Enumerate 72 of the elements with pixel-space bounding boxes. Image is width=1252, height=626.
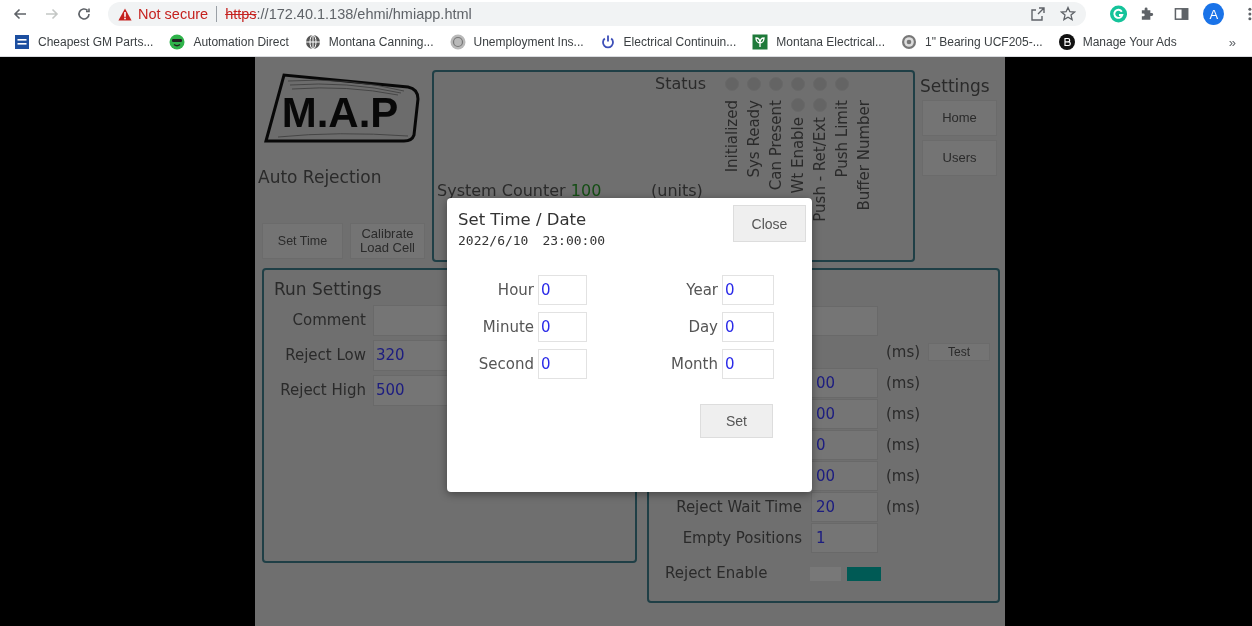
share-icon[interactable] [1030, 6, 1047, 22]
status-label: Initialized [722, 100, 742, 173]
panel-title: Run Settings [274, 278, 382, 300]
star-icon[interactable] [1060, 6, 1077, 22]
puzzle-icon[interactable] [1139, 6, 1155, 22]
profile-avatar[interactable]: A [1203, 3, 1225, 25]
input-field[interactable] [811, 305, 878, 336]
input-field[interactable]: 0 [722, 312, 774, 342]
status-label: Push Limit [832, 100, 852, 178]
warning-icon [118, 7, 132, 21]
status-label: Can Present [766, 100, 786, 191]
system-counter: System Counter 100 [437, 181, 602, 200]
toggle-switch[interactable] [810, 566, 881, 581]
field-label: Empty Positions [681, 527, 803, 549]
bookmark-item[interactable]: 1" Bearing UCF205-... [901, 34, 1043, 50]
reload-icon[interactable] [76, 6, 92, 22]
back-icon[interactable] [12, 6, 28, 22]
field-label: Hour [496, 280, 534, 301]
leaf-icon [752, 34, 769, 50]
field-label: Reject High [279, 380, 366, 401]
unit-label: (ms) [886, 497, 920, 516]
globe-icon [304, 34, 321, 50]
bookmark-item[interactable]: Manage Your Ads [1058, 34, 1177, 50]
input-field[interactable]: 0 [538, 312, 587, 342]
side-panel-icon[interactable] [1174, 6, 1190, 22]
field-label: Month [670, 354, 718, 375]
seal-icon [449, 34, 466, 50]
field-label: Reject Low [284, 345, 366, 366]
input-field[interactable]: 0 [538, 275, 587, 305]
bookmark-item[interactable]: Unemployment Ins... [449, 34, 584, 50]
status-label: Sys Ready [744, 100, 764, 178]
input-field[interactable]: 0 [722, 275, 774, 305]
bookmark-item[interactable]: Automation Direct [169, 34, 289, 50]
power-icon [599, 34, 616, 50]
set-button[interactable]: Set [700, 404, 773, 438]
close-button[interactable]: Close [733, 205, 806, 242]
more-bookmarks-button[interactable]: » [1228, 34, 1236, 50]
app-subtitle: Auto Rejection [258, 167, 383, 187]
field-label: Minute [481, 317, 534, 338]
bookmark-item[interactable]: Cheapest GM Parts... [14, 34, 154, 50]
bookmark-item[interactable]: Electrical Continuin... [599, 34, 737, 50]
status-label: Wt Enable [788, 117, 808, 194]
unit-label: (ms) [886, 435, 920, 454]
field-label: Comment [291, 310, 366, 331]
bookmark-item[interactable]: Montana Electrical... [752, 34, 885, 50]
address-bar[interactable]: Not secure https://172.40.1.138/ehmi/hmiapp.html [108, 2, 1087, 26]
unit-label: (ms) [886, 342, 920, 361]
current-time: 23:00:00 [542, 232, 606, 250]
field-label: Day [687, 317, 718, 338]
input-field[interactable]: 0 [722, 349, 774, 379]
current-date: 2022/6/10 [458, 232, 529, 250]
url-text: https://172.40.1.138/ehmi/hmiapp.html [225, 6, 472, 22]
security-label: Not secure [138, 6, 209, 22]
status-label: Push - Ret/Ext [810, 117, 830, 222]
input-field[interactable]: 0 [538, 349, 587, 379]
bookmark-item[interactable]: Montana Canning... [304, 34, 434, 50]
unit-label: (ms) [886, 373, 920, 392]
dialog-title: Set Time / Date [458, 210, 588, 230]
smiley-icon [169, 34, 186, 50]
unit-label: (ms) [886, 466, 920, 485]
badge-icon [14, 34, 30, 50]
status-title: Status [654, 73, 707, 95]
menu-icon[interactable] [1248, 6, 1252, 22]
field-label: Reject Wait Time [675, 496, 803, 518]
counter-unit: (units) [651, 181, 703, 200]
circle-logo-icon [1058, 34, 1075, 50]
settings-title: Settings [920, 75, 991, 97]
status-label: Buffer Number [854, 100, 874, 211]
field-label: Reject Enable [664, 563, 769, 584]
field-label: Year [685, 280, 718, 301]
bearing-icon [901, 34, 917, 50]
unit-label: (ms) [886, 404, 920, 423]
